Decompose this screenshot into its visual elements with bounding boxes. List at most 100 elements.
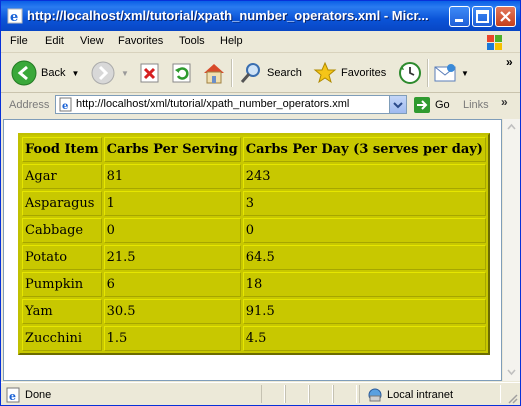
search-icon — [240, 63, 260, 83]
carbs-table: Food Item Carbs Per Serving Carbs Per Da… — [18, 133, 490, 355]
mail-icon — [434, 64, 456, 82]
maximize-button[interactable] — [472, 6, 493, 27]
food-item-cell: Potato — [22, 245, 102, 270]
search-label: Search — [267, 67, 302, 79]
address-url: http://localhost/xml/tutorial/xpath_numb… — [76, 98, 350, 110]
food-item-cell: Yam — [22, 299, 102, 324]
header-carbs-per-day: Carbs Per Day (3 serves per day) — [242, 137, 486, 162]
back-button[interactable]: Back ▼ — [11, 59, 79, 87]
home-button[interactable] — [201, 59, 227, 87]
go-label: Go — [435, 99, 450, 111]
ie-icon: e — [7, 8, 23, 24]
carbs-per-day-cell: 91.5 — [242, 299, 486, 324]
menu-file[interactable]: File — [10, 35, 28, 47]
table-row: Cabbage 0 0 — [22, 218, 486, 243]
menu-edit[interactable]: Edit — [45, 35, 64, 47]
minimize-icon — [455, 19, 463, 22]
status-done: e Done — [5, 387, 51, 403]
forward-button[interactable]: ▼ — [91, 59, 129, 87]
header-carbs-per-serving: Carbs Per Serving — [103, 137, 241, 162]
go-arrow-icon — [414, 97, 430, 113]
carbs-per-day-cell: 243 — [242, 164, 486, 189]
menu-tools[interactable]: Tools — [179, 35, 205, 47]
carbs-per-serving-cell: 1.5 — [103, 326, 241, 351]
food-item-cell: Asparagus — [22, 191, 102, 216]
food-item-cell: Zucchini — [22, 326, 102, 351]
page-icon: e — [59, 97, 72, 112]
carbs-per-serving-cell: 1 — [103, 191, 241, 216]
resize-grip-icon[interactable] — [506, 392, 518, 404]
browser-window: e http://localhost/xml/tutorial/xpath_nu… — [0, 0, 521, 406]
toolbar: Back ▼ ▼ Search Favorites ▼ » — [1, 53, 520, 93]
chevron-down-icon — [393, 102, 403, 109]
forward-arrow-icon — [91, 61, 115, 85]
favorites-label: Favorites — [341, 67, 387, 79]
carbs-per-day-cell: 4.5 — [242, 326, 486, 351]
address-label: Address — [9, 99, 50, 111]
address-input[interactable]: e http://localhost/xml/tutorial/xpath_nu… — [55, 95, 407, 114]
food-item-cell: Cabbage — [22, 218, 102, 243]
page-done-icon: e — [6, 387, 20, 403]
carbs-per-day-cell: 0 — [242, 218, 486, 243]
local-intranet-icon — [368, 388, 382, 402]
table-row: Agar 81 243 — [22, 164, 486, 189]
carbs-per-day-cell: 64.5 — [242, 245, 486, 270]
toolbar-overflow-chevron-icon[interactable]: » — [506, 55, 513, 69]
table-row: Zucchini 1.5 4.5 — [22, 326, 486, 351]
mail-dropdown-icon[interactable]: ▼ — [461, 69, 469, 78]
menu-favorites[interactable]: Favorites — [118, 35, 163, 47]
address-dropdown-button[interactable] — [389, 96, 406, 113]
table-header-row: Food Item Carbs Per Serving Carbs Per Da… — [22, 137, 486, 162]
scroll-up-arrow-icon — [507, 123, 516, 130]
scroll-down-button[interactable] — [504, 364, 519, 379]
svg-text:e: e — [10, 10, 18, 24]
security-zone: Local intranet — [367, 387, 453, 403]
minimize-button[interactable] — [449, 6, 470, 27]
forward-dropdown-icon[interactable]: ▼ — [121, 69, 129, 78]
windows-logo-icon — [487, 35, 502, 50]
links-button[interactable]: Links — [463, 99, 489, 111]
maximize-icon — [476, 10, 489, 23]
food-item-cell: Pumpkin — [22, 272, 102, 297]
carbs-per-serving-cell: 6 — [103, 272, 241, 297]
history-icon — [399, 62, 421, 84]
stop-icon — [140, 63, 159, 83]
window-title: http://localhost/xml/tutorial/xpath_numb… — [27, 8, 429, 23]
history-button[interactable] — [397, 59, 423, 87]
refresh-icon — [172, 63, 191, 83]
table-row: Pumpkin 6 18 — [22, 272, 486, 297]
food-item-cell: Agar — [22, 164, 102, 189]
scroll-down-arrow-icon — [507, 369, 516, 376]
links-chevron-icon[interactable]: » — [501, 95, 508, 109]
carbs-per-serving-cell: 0 — [103, 218, 241, 243]
go-button[interactable]: Go — [413, 96, 450, 114]
back-dropdown-icon[interactable]: ▼ — [71, 69, 79, 78]
svg-text:e: e — [62, 101, 68, 112]
carbs-per-serving-cell: 21.5 — [103, 245, 241, 270]
status-text: Done — [25, 389, 52, 401]
stop-button[interactable] — [139, 59, 161, 87]
back-label: Back — [41, 67, 66, 79]
status-bar: e Done Local intranet — [1, 382, 520, 405]
refresh-button[interactable] — [171, 59, 193, 87]
title-bar[interactable]: e http://localhost/xml/tutorial/xpath_nu… — [1, 1, 520, 31]
back-arrow-icon — [11, 60, 37, 86]
carbs-per-day-cell: 18 — [242, 272, 486, 297]
svg-text:e: e — [9, 390, 16, 403]
carbs-per-serving-cell: 30.5 — [103, 299, 241, 324]
menu-help[interactable]: Help — [220, 35, 243, 47]
page-content: Food Item Carbs Per Serving Carbs Per Da… — [3, 119, 502, 381]
address-bar: Address e http://localhost/xml/tutorial/… — [1, 93, 520, 117]
header-food-item: Food Item — [22, 137, 102, 162]
carbs-per-day-cell: 3 — [242, 191, 486, 216]
search-button[interactable]: Search — [239, 59, 302, 87]
close-button[interactable] — [495, 6, 516, 27]
menu-view[interactable]: View — [80, 35, 104, 47]
menu-bar: File Edit View Favorites Tools Help — [1, 31, 520, 53]
favorites-button[interactable]: Favorites — [313, 59, 386, 87]
scroll-up-button[interactable] — [504, 120, 519, 135]
vertical-scrollbar[interactable] — [502, 119, 520, 381]
home-icon — [204, 64, 224, 84]
table-row: Potato 21.5 64.5 — [22, 245, 486, 270]
mail-button[interactable]: ▼ — [433, 59, 469, 87]
